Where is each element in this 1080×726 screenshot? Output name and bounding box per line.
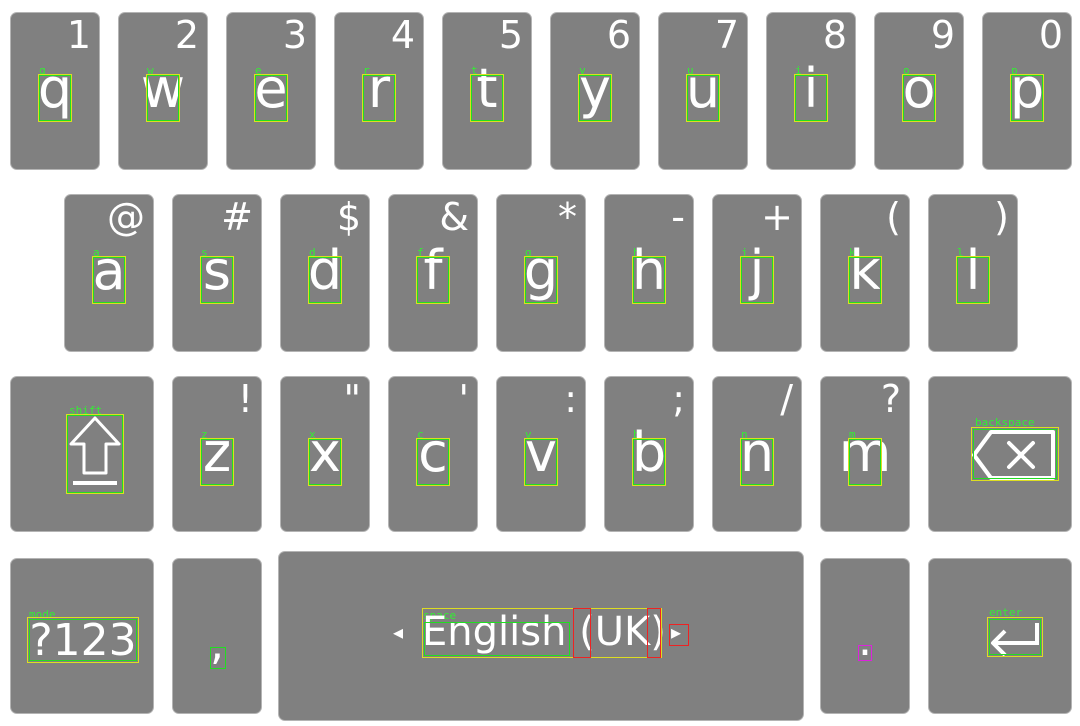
key-r-label: r [367, 57, 391, 120]
key-m-hint: ? [880, 377, 901, 421]
space-language-name: English [422, 609, 567, 655]
space-paren-left-annotation [573, 608, 591, 658]
key-y-label: y [579, 57, 611, 120]
key-r-hint: 4 [390, 13, 415, 57]
key-y[interactable]: 6yy [550, 12, 640, 170]
key-c-hint: ' [458, 377, 469, 421]
key-d-hint: $ [336, 195, 361, 239]
space-paren-right-annotation [647, 608, 661, 658]
shift-arrow-icon [69, 416, 121, 485]
key-o-label: o [902, 57, 936, 120]
key-y-hint: 6 [606, 13, 631, 57]
key-c-label: c [418, 421, 448, 484]
key-z-label: z [202, 421, 232, 484]
key-s-label: s [202, 239, 232, 302]
key-u[interactable]: 7uu [658, 12, 748, 170]
key-f-label: f [423, 239, 443, 302]
key-l-hint: ) [994, 195, 1009, 239]
key-p-label: p [1009, 57, 1045, 120]
key-k-hint: ( [886, 195, 901, 239]
enter-icon [991, 623, 1039, 657]
key-w-label: w [140, 57, 186, 120]
key-h-hint: - [671, 195, 685, 239]
key-v-label: v [525, 421, 557, 484]
key-t-hint: 5 [498, 13, 523, 57]
key-e-label: e [254, 57, 288, 120]
space-key[interactable]: space ◂ English (UK) ▸ [278, 551, 804, 721]
key-n-hint: / [780, 377, 793, 421]
comma-key[interactable]: , [172, 558, 262, 714]
key-h-label: h [631, 239, 667, 302]
key-u-label: u [685, 57, 721, 120]
key-q-label: q [37, 57, 73, 120]
comma-key-label: , [210, 619, 224, 670]
key-i[interactable]: 8ii [766, 12, 856, 170]
key-k[interactable]: (k k [820, 194, 910, 352]
key-f-hint: & [439, 195, 469, 239]
key-b-label: b [631, 421, 667, 484]
key-z-hint: ! [237, 377, 253, 421]
key-a-label: a [92, 239, 126, 302]
key-v-hint: : [564, 377, 577, 421]
key-v[interactable]: :vv [496, 376, 586, 532]
enter-key[interactable]: enter [928, 558, 1072, 714]
key-j[interactable]: + j j [712, 194, 802, 352]
key-j-hint: + [761, 195, 793, 239]
key-l[interactable]: ) l l [928, 194, 1018, 352]
key-g-hint: * [558, 195, 577, 239]
period-key[interactable]: . [820, 558, 910, 714]
key-a-hint: @ [107, 195, 145, 239]
key-f[interactable]: & f f [388, 194, 478, 352]
space-language-label: English (UK) [422, 608, 666, 656]
key-c[interactable]: ' c c [388, 376, 478, 532]
key-t[interactable]: 5tt [442, 12, 532, 170]
key-g[interactable]: * g g [496, 194, 586, 352]
key-s-hint: # [221, 195, 253, 239]
key-d[interactable]: $ d d [280, 194, 370, 352]
key-h[interactable]: -hh [604, 194, 694, 352]
key-q-hint: 1 [66, 13, 91, 57]
key-a[interactable]: @ a a [64, 194, 154, 352]
key-g-label: g [523, 239, 559, 302]
key-b[interactable]: ; b b [604, 376, 694, 532]
key-o-hint: 9 [930, 13, 955, 57]
key-o[interactable]: 9oo [874, 12, 964, 170]
key-p-hint: 0 [1038, 13, 1063, 57]
key-b-hint: ; [672, 377, 685, 421]
key-n-label: n [739, 421, 775, 484]
key-e[interactable]: 3ee [226, 12, 316, 170]
key-n[interactable]: / n n [712, 376, 802, 532]
key-w[interactable]: 2ww [118, 12, 208, 170]
mode-key-label: ?123 [29, 615, 137, 666]
key-s[interactable]: # s s [172, 194, 262, 352]
key-x-label: x [309, 421, 341, 484]
backspace-icon [972, 430, 1055, 480]
key-e-hint: 3 [282, 13, 307, 57]
enter-annotation-label: enter [989, 606, 1023, 619]
key-w-hint: 2 [174, 13, 199, 57]
key-u-hint: 7 [714, 13, 739, 57]
shift-key[interactable]: shift [10, 376, 154, 532]
key-z[interactable]: ! z z [172, 376, 262, 532]
key-l-label: l [965, 239, 981, 302]
key-i-label: i [803, 57, 819, 120]
space-arrow-annotation [669, 624, 689, 646]
key-k-label: k [849, 239, 881, 302]
key-q[interactable]: 1qq [10, 12, 100, 170]
backspace-annotation-label: backspace [975, 416, 1035, 429]
backspace-key[interactable]: backspace [928, 376, 1072, 532]
previous-language-arrow-icon[interactable]: ◂ [393, 622, 403, 642]
key-m-label: m [838, 421, 892, 484]
key-i-hint: 8 [822, 13, 847, 57]
key-d-label: d [307, 239, 343, 302]
period-annotation-box [858, 645, 872, 661]
key-x-hint: " [343, 377, 361, 421]
key-m[interactable]: ? m m [820, 376, 910, 532]
mode-key[interactable]: mode ?123 [10, 558, 154, 714]
key-j-label: j [749, 239, 765, 302]
key-p[interactable]: 0pp [982, 12, 1072, 170]
key-t-label: t [476, 57, 498, 120]
key-x[interactable]: " x x [280, 376, 370, 532]
key-r[interactable]: 4rr [334, 12, 424, 170]
